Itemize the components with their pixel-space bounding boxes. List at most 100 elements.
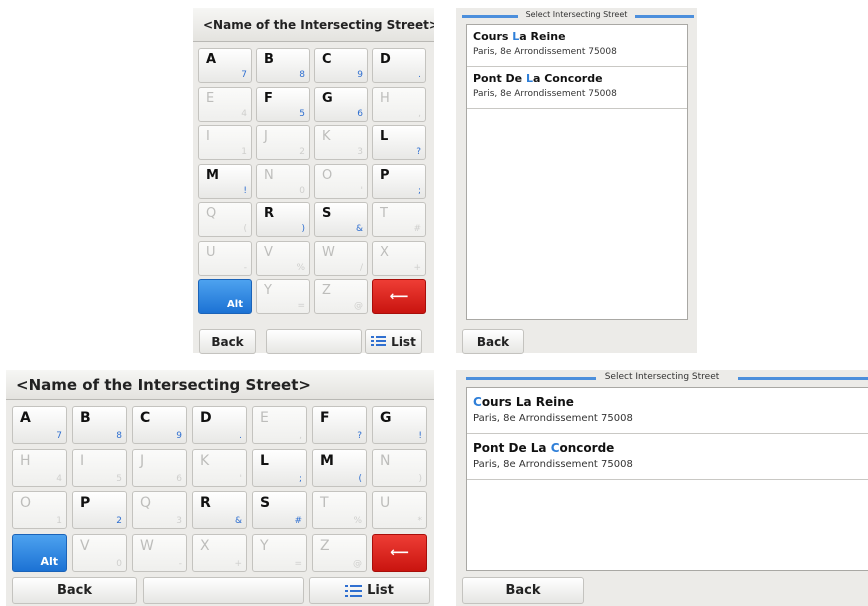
key-d[interactable]: D. <box>372 48 426 83</box>
key-symbol: # <box>294 516 302 526</box>
alt-key[interactable]: Alt <box>12 533 67 572</box>
back-button-label: Back <box>505 583 541 598</box>
key-u[interactable]: U * <box>372 491 427 529</box>
key-letter: D <box>380 52 391 67</box>
key-h[interactable]: H4 <box>12 448 67 487</box>
back-button[interactable]: Back <box>462 329 524 354</box>
back-button[interactable]: Back <box>199 329 256 354</box>
key-symbol: . <box>239 431 242 441</box>
key-f[interactable]: F? <box>312 406 367 444</box>
key-z[interactable]: Z @ <box>314 279 368 314</box>
back-button[interactable]: Back <box>12 577 137 604</box>
list-button[interactable]: List <box>365 329 422 354</box>
key-l[interactable]: L? <box>372 125 426 160</box>
key-b[interactable]: B8 <box>256 48 310 83</box>
key-y[interactable]: Y = <box>252 533 307 572</box>
key-s[interactable]: S # <box>252 491 307 529</box>
key-n[interactable]: N0 <box>256 163 310 199</box>
key-p[interactable]: P2 <box>72 491 127 529</box>
key-s[interactable]: S & <box>314 202 368 237</box>
back-button-label: Back <box>56 583 93 598</box>
key-a[interactable]: A7 <box>198 48 252 83</box>
key-t[interactable]: T% <box>312 491 367 529</box>
key-i[interactable]: I1 <box>198 125 252 160</box>
key-p[interactable]: P; <box>372 163 426 199</box>
key-letter: H <box>20 452 31 469</box>
key-w[interactable]: W / <box>314 240 368 276</box>
key-symbol: 7 <box>56 431 62 441</box>
key-t[interactable]: T # <box>372 202 426 237</box>
key-v[interactable]: V% <box>256 240 310 276</box>
key-r[interactable]: R) <box>256 202 310 237</box>
key-symbol: % <box>296 262 305 273</box>
key-m[interactable]: M( <box>312 448 367 487</box>
key-n[interactable]: N) <box>372 448 427 487</box>
key-f[interactable]: F5 <box>256 86 310 122</box>
key-b[interactable]: B8 <box>72 406 127 444</box>
key-symbol: - <box>243 262 247 273</box>
key-i[interactable]: I5 <box>72 448 127 487</box>
list-item[interactable]: Cours La Reine Paris, 8e Arrondissement … <box>467 388 868 434</box>
key-h[interactable]: H, <box>372 86 426 122</box>
key-o[interactable]: O1 <box>12 491 67 529</box>
key-g[interactable]: G! <box>372 406 427 444</box>
key-letter: R <box>264 206 275 221</box>
key-y[interactable]: Y = <box>256 279 310 314</box>
key-e[interactable]: E4 <box>198 86 252 122</box>
alt-key[interactable]: Alt <box>198 279 252 314</box>
key-e[interactable]: E, <box>252 406 307 444</box>
key-r[interactable]: R & <box>192 491 247 529</box>
street-name: Cours La Reine <box>473 30 566 43</box>
key-letter: Z <box>322 283 331 298</box>
key-j[interactable]: J6 <box>132 448 187 487</box>
street-name: Cours La Reine <box>473 395 574 409</box>
key-letter: G <box>380 410 392 426</box>
select-title: Select Intersecting Street <box>456 10 697 19</box>
key-letter: O <box>20 495 32 511</box>
key-letter: S <box>260 495 271 511</box>
list-item[interactable]: Cours La Reine Paris, 8e Arrondissement … <box>467 25 687 67</box>
key-c[interactable]: C9 <box>132 406 187 444</box>
key-u[interactable]: U- <box>198 240 252 276</box>
backspace-key[interactable]: ⟵ <box>372 533 427 572</box>
key-o[interactable]: O ' <box>314 163 368 199</box>
key-w[interactable]: W- <box>132 533 187 572</box>
key-letter: B <box>264 52 274 67</box>
key-letter: M <box>320 452 334 469</box>
key-letter: K <box>322 129 331 144</box>
key-symbol: ! <box>243 185 247 196</box>
key-d[interactable]: D. <box>192 406 247 444</box>
list-item[interactable]: Pont De La Concorde Paris, 8e Arrondisse… <box>467 67 687 109</box>
list-item[interactable]: Pont De La Concorde Paris, 8e Arrondisse… <box>467 434 868 480</box>
key-x[interactable]: X + <box>372 240 426 276</box>
backspace-key[interactable]: ⟵ <box>372 279 426 314</box>
key-l[interactable]: L; <box>252 448 307 487</box>
key-c[interactable]: C9 <box>314 48 368 83</box>
input-field[interactable] <box>266 329 362 354</box>
list-button-label: List <box>367 583 394 598</box>
input-field[interactable] <box>143 577 304 604</box>
key-symbol: = <box>294 558 302 569</box>
key-k[interactable]: K ' <box>192 448 247 487</box>
key-letter: F <box>264 90 273 106</box>
key-j[interactable]: J2 <box>256 125 310 160</box>
key-x[interactable]: X + <box>192 533 247 572</box>
key-q[interactable]: Q3 <box>132 491 187 529</box>
key-q[interactable]: Q( <box>198 202 252 237</box>
key-symbol: 3 <box>357 147 363 157</box>
back-button[interactable]: Back <box>462 577 584 604</box>
key-letter: Y <box>264 283 272 298</box>
street-list: Cours La Reine Paris, 8e Arrondissement … <box>466 24 688 320</box>
list-button[interactable]: List <box>309 577 430 604</box>
key-k[interactable]: K3 <box>314 125 368 160</box>
key-letter: Y <box>260 537 269 554</box>
key-m[interactable]: M! <box>198 163 252 199</box>
key-z[interactable]: Z @ <box>312 533 367 572</box>
key-symbol: 0 <box>116 558 122 569</box>
key-g[interactable]: G6 <box>314 86 368 122</box>
key-letter: W <box>140 537 154 554</box>
key-letter: T <box>380 206 388 221</box>
key-a[interactable]: A7 <box>12 406 67 444</box>
key-v[interactable]: V0 <box>72 533 127 572</box>
alt-key-label: Alt <box>40 554 58 568</box>
